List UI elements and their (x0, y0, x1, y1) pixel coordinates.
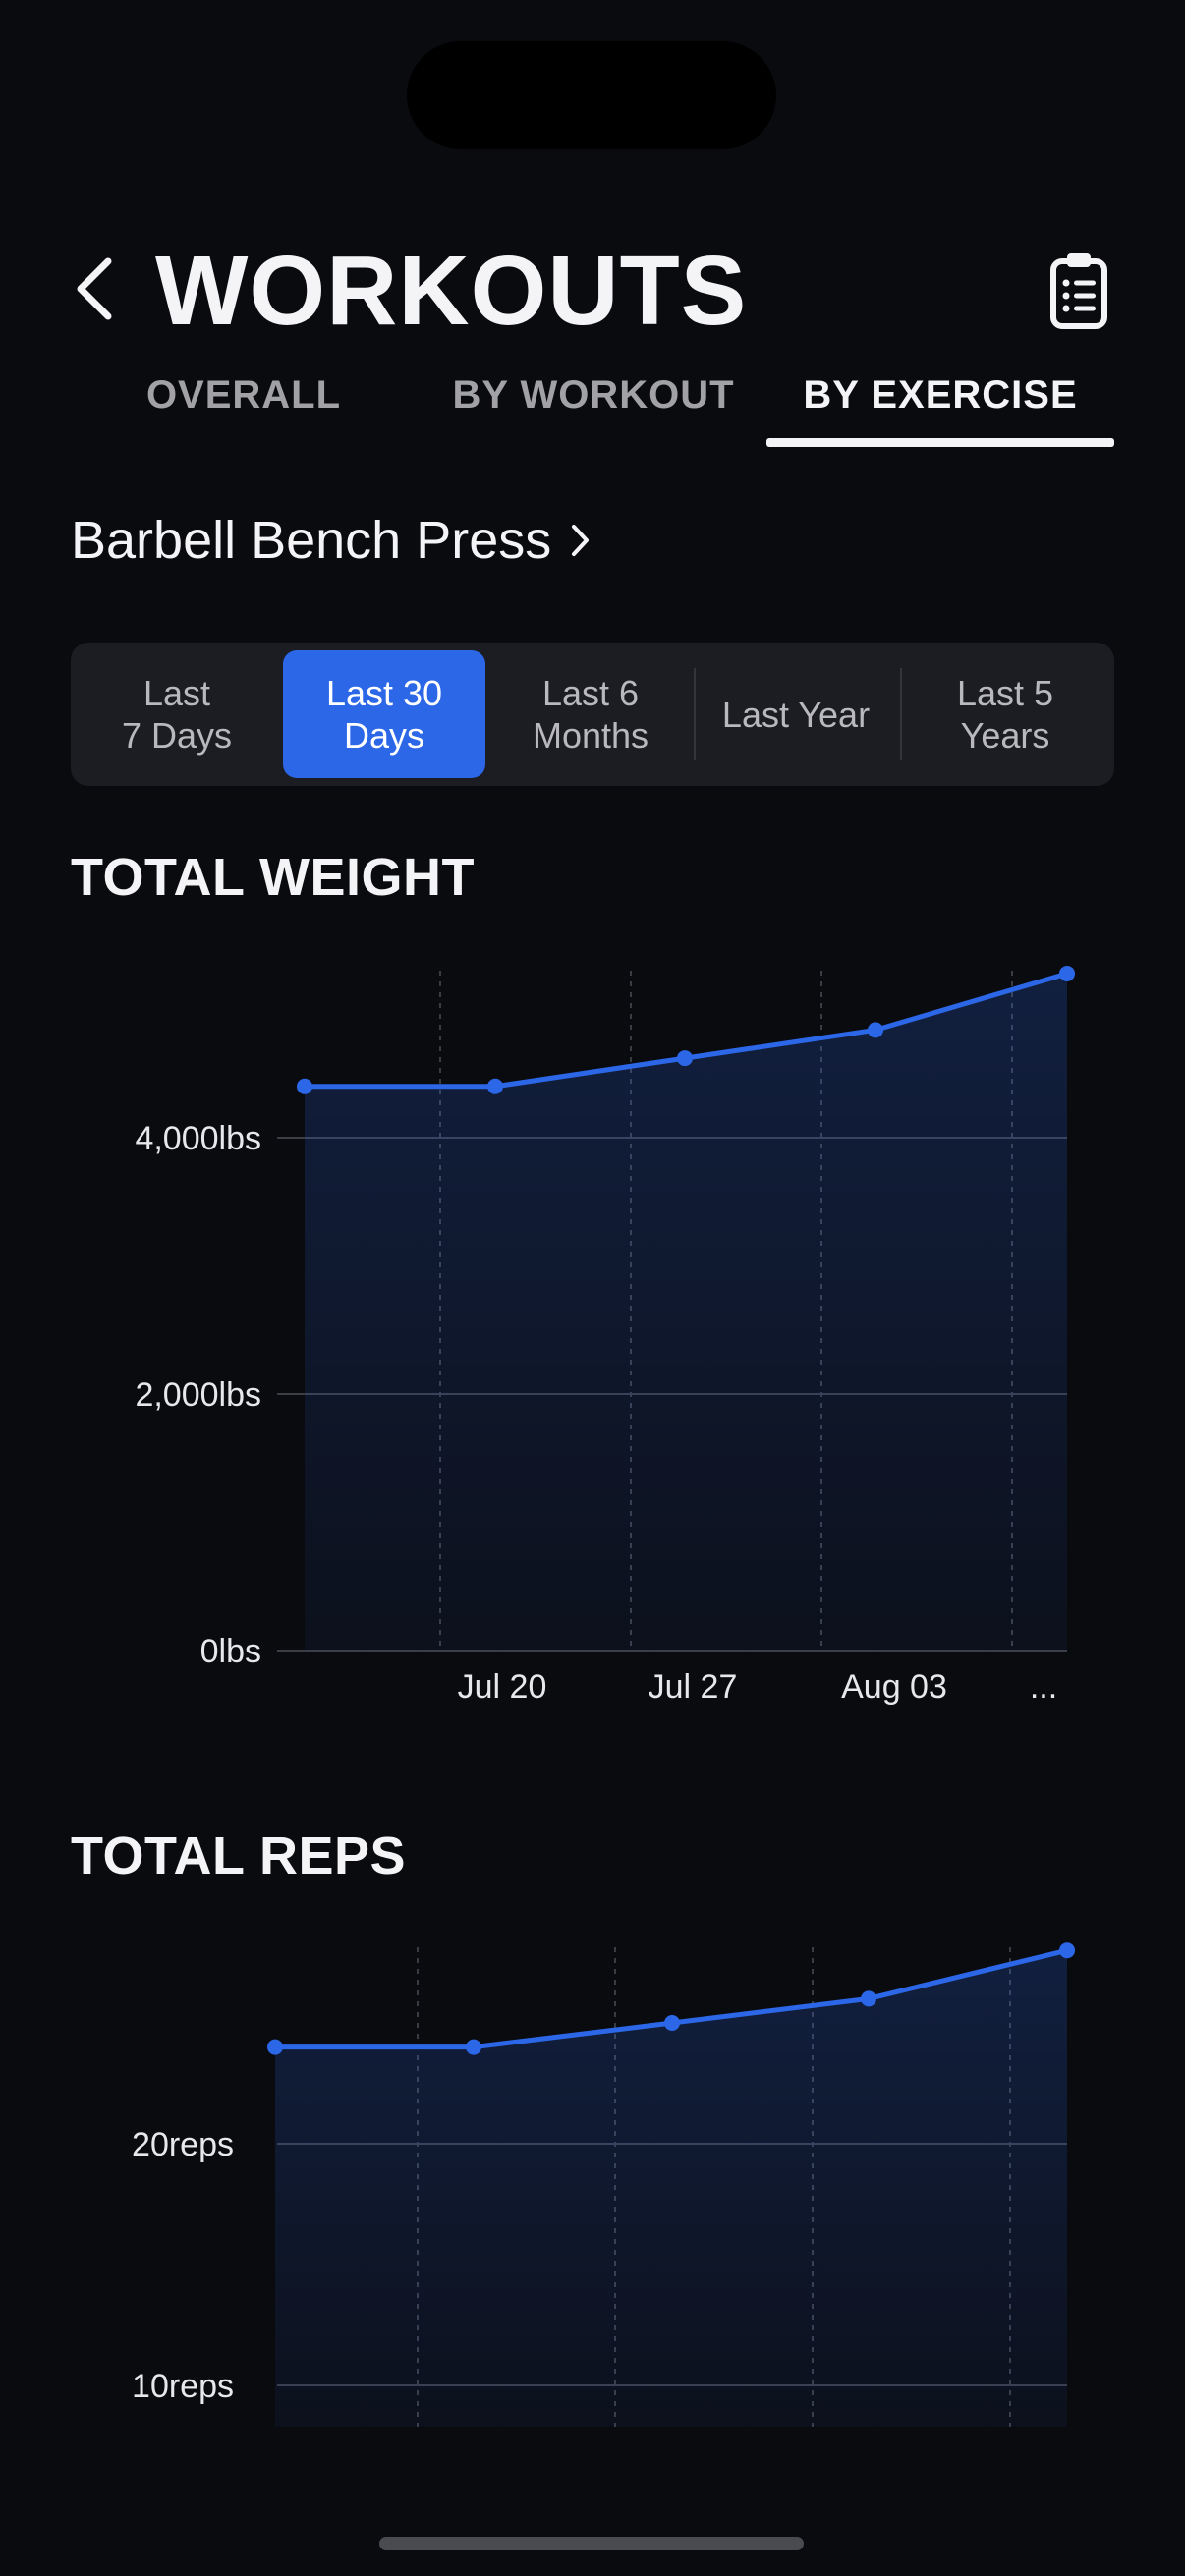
log-button[interactable] (1042, 246, 1116, 336)
x-tick-label: Jul 20 (458, 1668, 547, 1706)
data-point (297, 1078, 312, 1094)
range-divider (694, 668, 696, 760)
data-point (861, 1990, 876, 2007)
x-tick-label: ... (1030, 1668, 1057, 1706)
data-point (466, 2039, 481, 2055)
chevron-right-icon (572, 525, 590, 556)
range-last-7-days[interactable]: Last 7 Days (79, 650, 275, 778)
data-point (664, 2015, 680, 2031)
data-point (1059, 965, 1075, 981)
chevron-left-icon (77, 257, 112, 320)
total-reps-chart: 10reps 20reps (132, 1942, 1075, 2427)
tab-by-workout[interactable]: BY WORKOUT (432, 373, 755, 452)
date-range-control: Last 7 Days Last 30 Days Last 6 Months L… (71, 643, 1114, 786)
back-button[interactable] (65, 250, 124, 328)
data-point (1059, 1942, 1075, 1959)
exercise-selector[interactable]: Barbell Bench Press (71, 509, 591, 572)
y-tick-label: 2,000lbs (135, 1376, 261, 1414)
total-weight-chart: 0lbs 2,000lbs 4,000lbs Jul 20 Jul 27 Aug 03..… (135, 965, 1075, 1706)
total-reps-title: TOTAL REPS (71, 1826, 407, 1885)
page-title: WORKOUTS (155, 236, 748, 346)
data-point (868, 1022, 883, 1038)
y-tick-label: 10reps (132, 2368, 234, 2405)
y-tick-label: 0lbs (200, 1633, 261, 1670)
screen: WORKOUTS OVERALL BY WORKOUT BY EXERCISE … (0, 0, 1185, 2576)
tab-overall[interactable]: OVERALL (98, 373, 389, 452)
dynamic-island (407, 41, 776, 149)
area-fill (305, 973, 1067, 1651)
data-point (267, 2039, 283, 2055)
data-point (487, 1078, 503, 1094)
total-weight-title: TOTAL WEIGHT (71, 848, 475, 907)
x-tick-label: Aug 03 (841, 1668, 947, 1706)
range-divider (900, 668, 902, 760)
active-tab-indicator (766, 438, 1114, 447)
header: WORKOUTS (0, 226, 1185, 354)
y-tick-label: 4,000lbs (135, 1120, 261, 1157)
range-last-year[interactable]: Last Year (698, 650, 894, 778)
range-last-5-years[interactable]: Last 5 Years (904, 650, 1106, 778)
data-point (677, 1050, 693, 1067)
home-indicator (379, 2537, 804, 2550)
range-last-6-months[interactable]: Last 6 Months (491, 650, 690, 778)
y-tick-label: 20reps (132, 2126, 234, 2163)
clipboard-list-icon (1050, 253, 1107, 329)
exercise-name-label: Barbell Bench Press (71, 511, 552, 570)
range-last-30-days[interactable]: Last 30 Days (283, 650, 485, 778)
x-tick-label: Jul 27 (649, 1668, 738, 1706)
